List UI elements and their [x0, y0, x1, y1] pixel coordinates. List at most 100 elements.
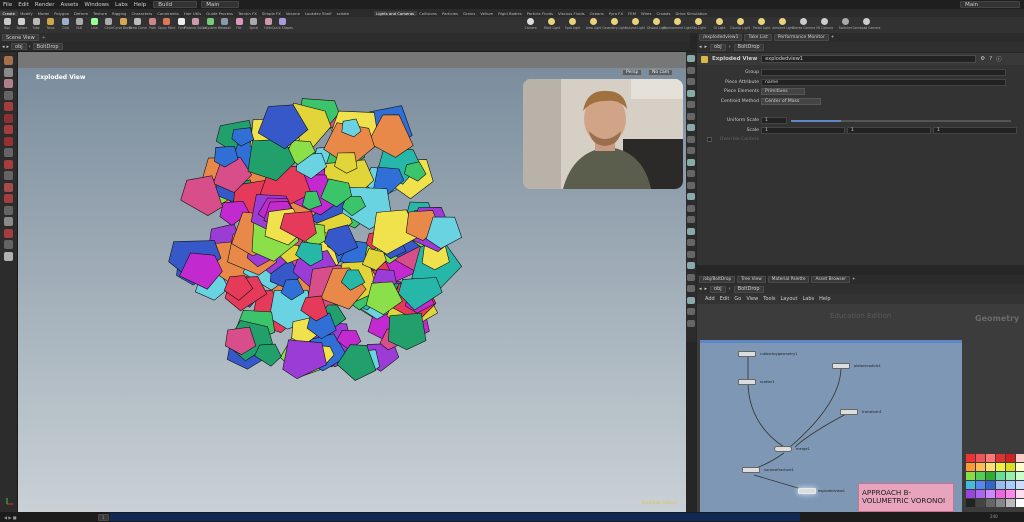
back-icon[interactable]: ◂: [2, 44, 5, 50]
tool-metaball[interactable]: Metaball: [218, 17, 233, 33]
tool-l-system[interactable]: L-System: [203, 17, 218, 33]
shelf-tab[interactable]: Vellum: [478, 11, 496, 16]
shelf-tab[interactable]: Particles: [440, 11, 461, 16]
tool-path[interactable]: Path: [145, 17, 160, 33]
display-option-button[interactable]: [687, 101, 695, 108]
network-menu-item[interactable]: Tools: [763, 296, 775, 302]
tool-gi-light[interactable]: GI Light: [709, 17, 730, 33]
menu-render[interactable]: Render: [32, 2, 58, 8]
palette-swatch[interactable]: [996, 472, 1005, 480]
tool-switcher[interactable]: Switcher: [835, 17, 856, 33]
tool-curve-bezier[interactable]: Curve Bezier: [113, 17, 133, 33]
shelf-tab[interactable]: Guide Process: [204, 11, 236, 16]
shelf-tab[interactable]: Wires: [638, 11, 654, 16]
palette-swatch[interactable]: [996, 481, 1005, 489]
info-icon[interactable]: ⓘ: [996, 55, 1002, 63]
tool-sky-light[interactable]: Sky Light: [688, 17, 709, 33]
node-scatter1[interactable]: [738, 379, 756, 385]
viewport-tool-button[interactable]: [4, 56, 13, 65]
tool-vr-camera[interactable]: VR Camera: [814, 17, 835, 33]
palette-swatch[interactable]: [966, 463, 975, 471]
palette-swatch[interactable]: [996, 463, 1005, 471]
palette-swatch[interactable]: [966, 472, 975, 480]
override-centers-checkbox[interactable]: [707, 137, 712, 142]
shelf-tab[interactable]: Terrain FX: [236, 11, 260, 16]
viewport-tool-button[interactable]: [4, 205, 13, 215]
display-option-button[interactable]: [687, 158, 695, 166]
palette-swatch[interactable]: [986, 463, 995, 471]
display-option-button[interactable]: [687, 216, 695, 223]
tool-tube[interactable]: Tube: [29, 17, 44, 33]
network-menu-item[interactable]: View: [746, 296, 758, 302]
node-rubbertoygeometry1[interactable]: [738, 351, 756, 357]
display-option-button[interactable]: [687, 78, 695, 85]
tool-null[interactable]: Null: [73, 17, 88, 33]
forward-icon[interactable]: ▸: [7, 44, 10, 50]
shelf-tab[interactable]: Crowds: [654, 11, 673, 16]
tab-take-list[interactable]: Take List: [744, 34, 772, 41]
tool-portal-light[interactable]: Portal Light: [751, 17, 772, 33]
tool-spot-light[interactable]: Spot Light: [562, 17, 583, 33]
tool-stereo-camera[interactable]: Stereo Camera: [792, 17, 815, 33]
tool-spray-paint[interactable]: Spray Paint: [158, 17, 175, 33]
display-option-button[interactable]: [687, 308, 695, 315]
tool-distant-light[interactable]: Distant Light: [646, 17, 667, 33]
node-voronoifracture1[interactable]: [742, 467, 760, 473]
viewport-tool-button[interactable]: [4, 194, 13, 203]
palette-swatch[interactable]: [976, 490, 985, 498]
display-option-button[interactable]: [687, 170, 695, 177]
palette-swatch[interactable]: [996, 490, 1005, 498]
tool-torus[interactable]: Torus: [44, 17, 59, 33]
tool-geometry-light[interactable]: Geometry Light: [603, 17, 626, 33]
forward-icon[interactable]: ▸: [705, 286, 708, 292]
path-boltdrop[interactable]: BoltDrop: [32, 43, 63, 50]
shelf-tab[interactable]: Viscous Fluids: [556, 11, 588, 16]
shelf-tab[interactable]: Lights and Cameras: [373, 10, 417, 16]
desktop-dropdown[interactable]: Build: [153, 1, 198, 8]
tool-box[interactable]: Box: [0, 17, 15, 33]
shelf-tab[interactable]: scdate: [334, 11, 352, 16]
shelf-tab[interactable]: Simple FX: [259, 11, 283, 16]
palette-swatch[interactable]: [966, 481, 975, 489]
persp-menu[interactable]: Persp: [622, 69, 643, 76]
add-tab-icon[interactable]: +: [852, 277, 856, 282]
shelf-tab[interactable]: Lookdev Shelf: [302, 11, 334, 16]
menu-labs[interactable]: Labs: [112, 2, 131, 8]
palette-swatch[interactable]: [986, 481, 995, 489]
node-explodedview1[interactable]: [798, 488, 816, 494]
shelf-tab[interactable]: Pyro FX: [606, 11, 625, 16]
palette-swatch[interactable]: [986, 454, 995, 462]
param-field[interactable]: 1: [761, 117, 787, 124]
path-boltdrop[interactable]: BoltDrop: [733, 43, 764, 51]
palette-swatch[interactable]: [976, 499, 985, 507]
viewport-tool-button[interactable]: [4, 171, 13, 180]
menu-help[interactable]: Help: [131, 2, 150, 8]
viewport-tool-button[interactable]: [4, 228, 13, 238]
network-menu-item[interactable]: Layout: [781, 296, 798, 302]
display-option-button[interactable]: [687, 89, 695, 97]
tab-performance-monitor[interactable]: Performance Monitor: [773, 34, 829, 41]
palette-swatch[interactable]: [1006, 454, 1015, 462]
tab-material-palette[interactable]: Material Palette: [767, 276, 810, 283]
shelf-tab[interactable]: Polygon: [52, 11, 72, 16]
add-tab-icon[interactable]: +: [42, 35, 46, 41]
display-option-button[interactable]: [687, 250, 695, 258]
display-option-button[interactable]: [687, 273, 695, 281]
palette-swatch[interactable]: [986, 490, 995, 498]
tool-quick-shapes[interactable]: Quick Shapes: [272, 17, 293, 33]
menu-windows[interactable]: Windows: [81, 2, 112, 8]
display-option-button[interactable]: [687, 239, 695, 246]
palette-swatch[interactable]: [986, 472, 995, 480]
display-option-button[interactable]: [687, 147, 695, 154]
viewport-tool-button[interactable]: [4, 240, 13, 249]
tool-area-light[interactable]: Area Light: [583, 17, 604, 33]
shelf-tab[interactable]: Texture: [91, 11, 110, 16]
shelf-tab[interactable]: Constraints: [155, 11, 182, 16]
shelf-tab[interactable]: Particle Fluids: [524, 11, 555, 16]
viewport-tool-button[interactable]: [4, 90, 13, 100]
palette-swatch[interactable]: [1016, 490, 1024, 498]
palette-swatch[interactable]: [986, 499, 995, 507]
shelf-tab[interactable]: Grains: [461, 11, 478, 16]
display-option-button[interactable]: [687, 66, 695, 74]
tool-sphere[interactable]: Sphere: [15, 17, 30, 33]
